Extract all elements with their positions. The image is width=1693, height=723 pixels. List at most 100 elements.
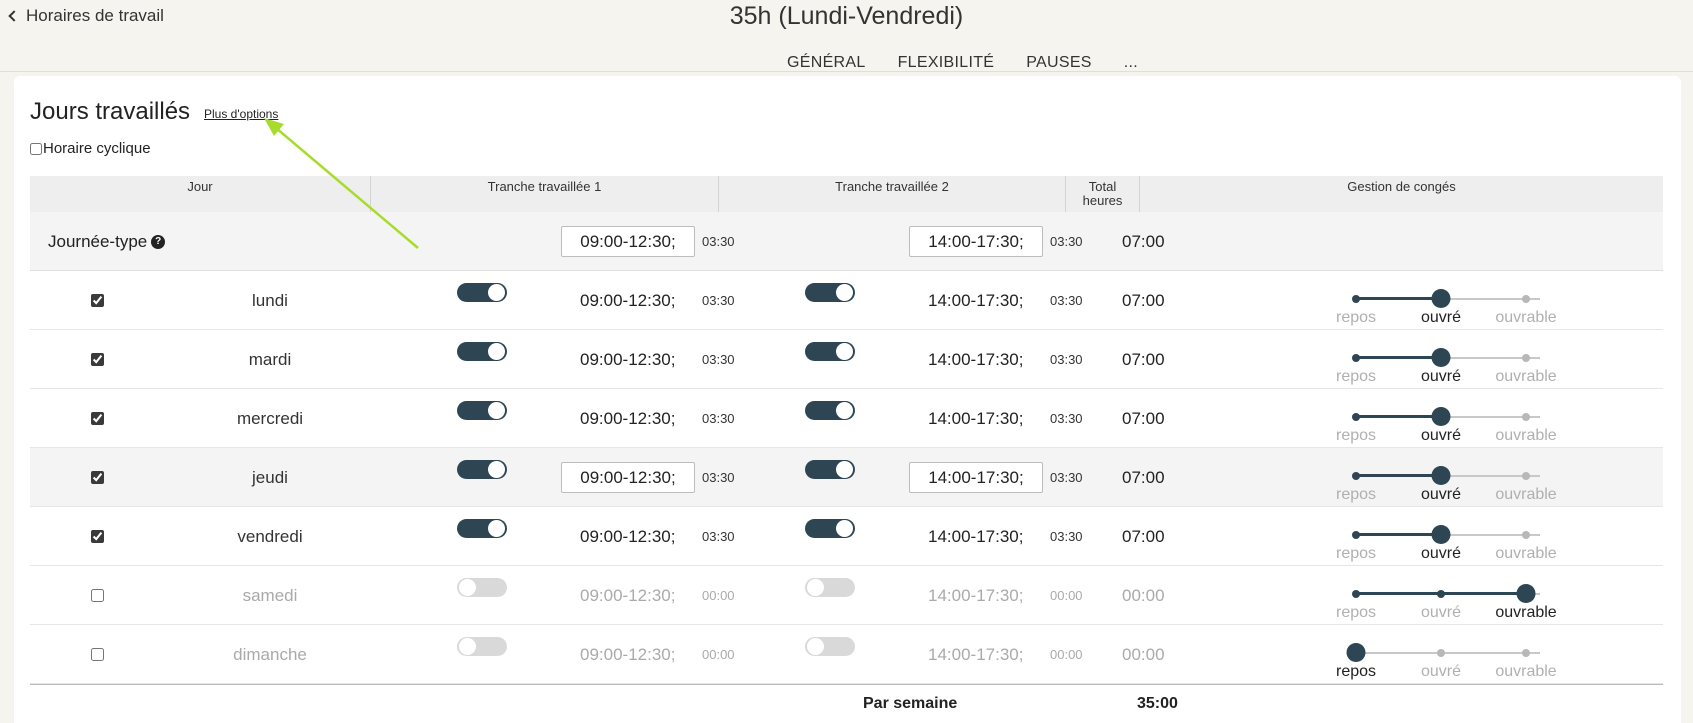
leave-slider-track — [1356, 652, 1540, 654]
slot1-toggle[interactable] — [457, 401, 507, 420]
slot2-toggle-cell — [805, 448, 855, 507]
slot1-cell: 09:00-12:30; — [580, 330, 675, 389]
leave-label-ouvre: ouvré — [1420, 545, 1462, 562]
day-checkbox[interactable] — [91, 471, 104, 484]
leave-slider-step[interactable] — [1352, 354, 1360, 362]
slot1-toggle[interactable] — [457, 578, 507, 597]
help-icon[interactable]: ? — [151, 234, 166, 249]
typical-slot2-input[interactable] — [909, 226, 1043, 257]
leave-slider-handle[interactable] — [1431, 525, 1451, 544]
leave-slider-step[interactable] — [1522, 295, 1530, 303]
leave-slider[interactable]: repos ouvré ouvrable — [1336, 566, 1576, 625]
toggle-knob — [836, 402, 853, 419]
table-row: mardi 09:00-12:30; 03:30 14:00-17:30; 03… — [30, 330, 1663, 389]
slot2-toggle[interactable] — [805, 519, 855, 538]
leave-slider-step[interactable] — [1352, 295, 1360, 303]
leave-slider-step[interactable] — [1522, 413, 1530, 421]
day-checkbox[interactable] — [91, 589, 104, 602]
slot2-toggle[interactable] — [805, 578, 855, 597]
toggle-knob — [488, 284, 505, 301]
table-header: Jour Tranche travaillée 1 Tranche travai… — [30, 176, 1663, 212]
leave-label-ouvre: ouvré — [1420, 604, 1462, 621]
day-checkbox-cell — [91, 271, 104, 330]
leave-slider-handle[interactable] — [1516, 584, 1536, 603]
slot1-toggle[interactable] — [457, 342, 507, 361]
cyclic-schedule-checkbox[interactable] — [30, 142, 42, 155]
table-row: vendredi 09:00-12:30; 03:30 14:00-17:30;… — [30, 507, 1663, 566]
slot2-toggle[interactable] — [805, 342, 855, 361]
dur2-cell: 03:30 — [1050, 389, 1083, 448]
table-row: samedi 09:00-12:30; 00:00 14:00-17:30; 0… — [30, 566, 1663, 625]
leave-slider-step[interactable] — [1522, 354, 1530, 362]
leave-slider[interactable]: repos ouvré ouvrable — [1336, 507, 1576, 566]
slot2-toggle[interactable] — [805, 283, 855, 302]
col-header-day: Jour — [187, 179, 213, 194]
leave-slider[interactable]: repos ouvré ouvrable — [1336, 271, 1576, 330]
toggle-knob — [807, 638, 824, 655]
tab-general[interactable]: GÉNÉRAL — [787, 54, 866, 72]
slot1-toggle[interactable] — [457, 460, 507, 479]
day-checkbox[interactable] — [91, 648, 104, 661]
day-name: samedi — [242, 585, 298, 605]
leave-label-repos: repos — [1335, 427, 1377, 444]
leave-slider-handle[interactable] — [1431, 407, 1451, 426]
toggle-knob — [836, 520, 853, 537]
slot2-toggle[interactable] — [805, 460, 855, 479]
slot2-input[interactable] — [909, 462, 1043, 493]
slot1-cell — [561, 448, 695, 507]
leave-slider-handle[interactable] — [1431, 348, 1451, 367]
tab-more[interactable]: ... — [1124, 54, 1138, 72]
table-row: dimanche 09:00-12:30; 00:00 14:00-17:30;… — [30, 625, 1663, 684]
day-checkbox[interactable] — [91, 353, 104, 366]
more-options-link[interactable]: Plus d'options — [204, 107, 278, 121]
leave-slider-handle[interactable] — [1346, 643, 1366, 662]
leave-slider-step[interactable] — [1522, 472, 1530, 480]
slot1-toggle[interactable] — [457, 637, 507, 656]
slot1-input[interactable] — [561, 462, 695, 493]
slot1-toggle-cell — [457, 507, 507, 566]
day-checkbox[interactable] — [91, 412, 104, 425]
toggle-knob — [488, 402, 505, 419]
day-name: jeudi — [252, 467, 288, 487]
toggle-knob — [488, 461, 505, 478]
leave-slider-step[interactable] — [1437, 590, 1445, 598]
leave-label-ouvre: ouvré — [1420, 427, 1462, 444]
day-checkbox[interactable] — [91, 530, 104, 543]
col-header-total-line1: Total — [1088, 179, 1117, 194]
leave-slider[interactable]: repos ouvré ouvrable — [1336, 448, 1576, 507]
leave-slider-step[interactable] — [1352, 472, 1360, 480]
typical-total-cell: 07:00 — [1122, 212, 1165, 271]
leave-slider[interactable]: repos ouvré ouvrable — [1336, 330, 1576, 389]
slot2-toggle[interactable] — [805, 401, 855, 420]
leave-slider-step[interactable] — [1352, 531, 1360, 539]
leave-slider-handle[interactable] — [1431, 289, 1451, 308]
slot1-value: 09:00-12:30; — [580, 290, 676, 310]
leave-slider[interactable]: repos ouvré ouvrable — [1336, 625, 1576, 684]
leave-slider-step[interactable] — [1522, 649, 1530, 657]
leave-label-repos: repos — [1335, 663, 1377, 680]
leave-label-repos: repos — [1335, 545, 1377, 562]
leave-slider-handle[interactable] — [1431, 466, 1451, 485]
typical-day-text: Journée-type — [48, 231, 148, 251]
slot1-toggle[interactable] — [457, 519, 507, 538]
leave-slider-step[interactable] — [1352, 590, 1360, 598]
day-total: 00:00 — [1122, 585, 1165, 605]
leave-slider-step[interactable] — [1352, 413, 1360, 421]
leave-slider[interactable]: repos ouvré ouvrable — [1336, 389, 1576, 448]
day-checkbox[interactable] — [91, 294, 104, 307]
slot1-toggle[interactable] — [457, 283, 507, 302]
slot2-toggle[interactable] — [805, 637, 855, 656]
leave-label-ouvrable: ouvrable — [1495, 427, 1557, 444]
slot1-cell: 09:00-12:30; — [580, 507, 675, 566]
toggle-knob — [807, 579, 824, 596]
slot1-toggle-cell — [457, 625, 507, 684]
leave-label-ouvrable: ouvrable — [1495, 309, 1557, 326]
typical-slot2-cell — [909, 212, 1043, 271]
dur1-cell: 00:00 — [702, 625, 735, 684]
typical-slot1-input[interactable] — [561, 226, 695, 257]
cyclic-schedule-option[interactable]: Horaire cyclique — [30, 140, 151, 157]
leave-slider-step[interactable] — [1522, 531, 1530, 539]
leave-slider-step[interactable] — [1437, 649, 1445, 657]
tab-breaks[interactable]: PAUSES — [1026, 54, 1092, 72]
tab-flexibility[interactable]: FLEXIBILITÉ — [898, 54, 995, 72]
